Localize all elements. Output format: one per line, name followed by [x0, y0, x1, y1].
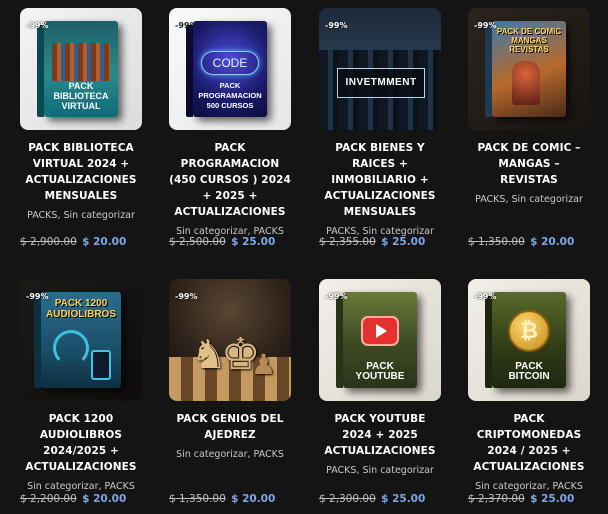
product-price: $ 1,350.00 $ 20.00: [468, 236, 590, 248]
product-image[interactable]: -99% ₿ PACK BITCOIN: [468, 279, 590, 401]
bitcoin-icon: ₿: [508, 310, 550, 352]
product-card[interactable]: -99% PACK YOUTUBE PACK YOUTUBE 2024 + 202…: [319, 279, 441, 476]
product-price: $ 2,355.00 $ 25.00: [319, 236, 441, 248]
sale-price: $ 20.00: [530, 236, 575, 248]
old-price: $ 2,200.00: [20, 493, 77, 505]
image-headline: INVETMMENT: [337, 68, 425, 98]
product-title[interactable]: PACK DE COMIC – MANGAS – REVISTAS: [468, 140, 590, 188]
old-price: $ 2,900.00: [20, 236, 77, 248]
sale-price: $ 20.00: [82, 236, 127, 248]
old-price: $ 1,350.00: [468, 236, 525, 248]
product-image[interactable]: -99% PACK BIBLIOTECA VIRTUAL: [20, 8, 142, 130]
product-card[interactable]: -99% PACK BIBLIOTECA VIRTUAL PACK BIBLIO…: [20, 8, 142, 221]
sale-price: $ 20.00: [82, 493, 127, 505]
product-title[interactable]: PACK GENIOS DEL AJEDREZ: [169, 411, 291, 443]
product-categories[interactable]: PACKS, Sin categorizar: [20, 210, 142, 221]
sale-price: $ 20.00: [231, 493, 276, 505]
product-title[interactable]: PACK 1200 AUDIOLIBROS 2024/2025 + ACTUALIZA…: [20, 411, 142, 475]
product-categories[interactable]: Sin categorizar, PACKS: [169, 449, 291, 460]
product-box: ₿ PACK BITCOIN: [485, 292, 566, 388]
product-card[interactable]: -99% PACK DE COMIC MANGAS REVISTAS PACK …: [468, 8, 590, 205]
product-categories[interactable]: Sin categorizar, PACKS: [468, 481, 590, 492]
youtube-play-icon: [361, 316, 399, 346]
product-box: PACK BIBLIOTECA VIRTUAL: [37, 21, 118, 117]
product-image[interactable]: -99% ♞ ♚ ♟: [169, 279, 291, 401]
code-word: CODE: [201, 51, 259, 75]
old-price: $ 2,355.00: [319, 236, 376, 248]
sale-price: $ 25.00: [381, 493, 426, 505]
chess-pawn-icon: ♟: [251, 349, 277, 380]
product-image[interactable]: -99% CODE PACK PROGRAMACION 500 CURSOS: [169, 8, 291, 130]
product-box: PACK YOUTUBE: [336, 292, 417, 388]
sale-price: $ 25.00: [231, 236, 276, 248]
discount-badge: -99%: [175, 292, 198, 301]
old-price: $ 2,500.00: [169, 236, 226, 248]
product-image[interactable]: -99% PACK 1200 AUDIOLIBROS: [20, 279, 142, 401]
old-price: $ 2,370.00: [468, 493, 525, 505]
discount-badge: -99%: [474, 21, 497, 30]
product-price: $ 2,900.00 $ 20.00: [20, 236, 142, 248]
product-categories[interactable]: Sin categorizar, PACKS: [20, 481, 142, 492]
product-price: $ 2,200.00 $ 20.00: [20, 493, 142, 505]
discount-badge: -99%: [474, 292, 497, 301]
product-price: $ 2,370.00 $ 25.00: [468, 493, 590, 505]
old-price: $ 2,300.00: [319, 493, 376, 505]
product-price: $ 2,500.00 $ 25.00: [169, 236, 291, 248]
product-box: CODE PACK PROGRAMACION 500 CURSOS: [186, 21, 267, 117]
product-image[interactable]: -99% INVETMMENT: [319, 8, 441, 130]
product-box: PACK 1200 AUDIOLIBROS: [34, 292, 121, 388]
product-card[interactable]: -99% ₿ PACK BITCOIN PACK CRIPTOMONEDAS 202…: [468, 279, 590, 492]
sale-price: $ 25.00: [381, 236, 426, 248]
product-title[interactable]: PACK YOUTUBE 2024 + 2025 ACTUALIZACIONES: [319, 411, 441, 459]
product-title[interactable]: PACK CRIPTOMONEDAS 2024 / 2025 + ACTUALIZAC…: [468, 411, 590, 475]
product-card[interactable]: -99% PACK 1200 AUDIOLIBROS PACK 1200 AUDI…: [20, 279, 142, 492]
sale-price: $ 25.00: [530, 493, 575, 505]
product-price: $ 1,350.00 $ 20.00: [169, 493, 291, 505]
discount-badge: -99%: [325, 21, 348, 30]
product-title[interactable]: PACK BIENES Y RAICES + INMOBILIARIO + ACTUA…: [319, 140, 441, 220]
product-title[interactable]: PACK PROGRAMACION (450 CURSOS ) 2024 + 2025…: [169, 140, 291, 220]
discount-badge: -99%: [26, 292, 49, 301]
product-categories[interactable]: PACKS, Sin categorizar: [319, 465, 441, 476]
product-card[interactable]: -99% INVETMMENT PACK BIENES Y RAICES + INM…: [319, 8, 441, 237]
product-card[interactable]: -99% CODE PACK PROGRAMACION 500 CURSOS P…: [169, 8, 291, 237]
product-categories[interactable]: PACKS, Sin categorizar: [468, 194, 590, 205]
product-price: $ 2,300.00 $ 25.00: [319, 493, 441, 505]
old-price: $ 1,350.00: [169, 493, 226, 505]
discount-badge: -99%: [26, 21, 49, 30]
product-card[interactable]: -99% ♞ ♚ ♟ PACK GENIOS DEL AJEDREZ Sin ca…: [169, 279, 291, 460]
product-title[interactable]: PACK BIBLIOTECA VIRTUAL 2024 + ACTUALIZACI…: [20, 140, 142, 204]
product-box: PACK DE COMIC MANGAS REVISTAS: [485, 21, 566, 117]
discount-badge: -99%: [325, 292, 348, 301]
product-image[interactable]: -99% PACK DE COMIC MANGAS REVISTAS: [468, 8, 590, 130]
product-image[interactable]: -99% PACK YOUTUBE: [319, 279, 441, 401]
discount-badge: -99%: [175, 21, 198, 30]
